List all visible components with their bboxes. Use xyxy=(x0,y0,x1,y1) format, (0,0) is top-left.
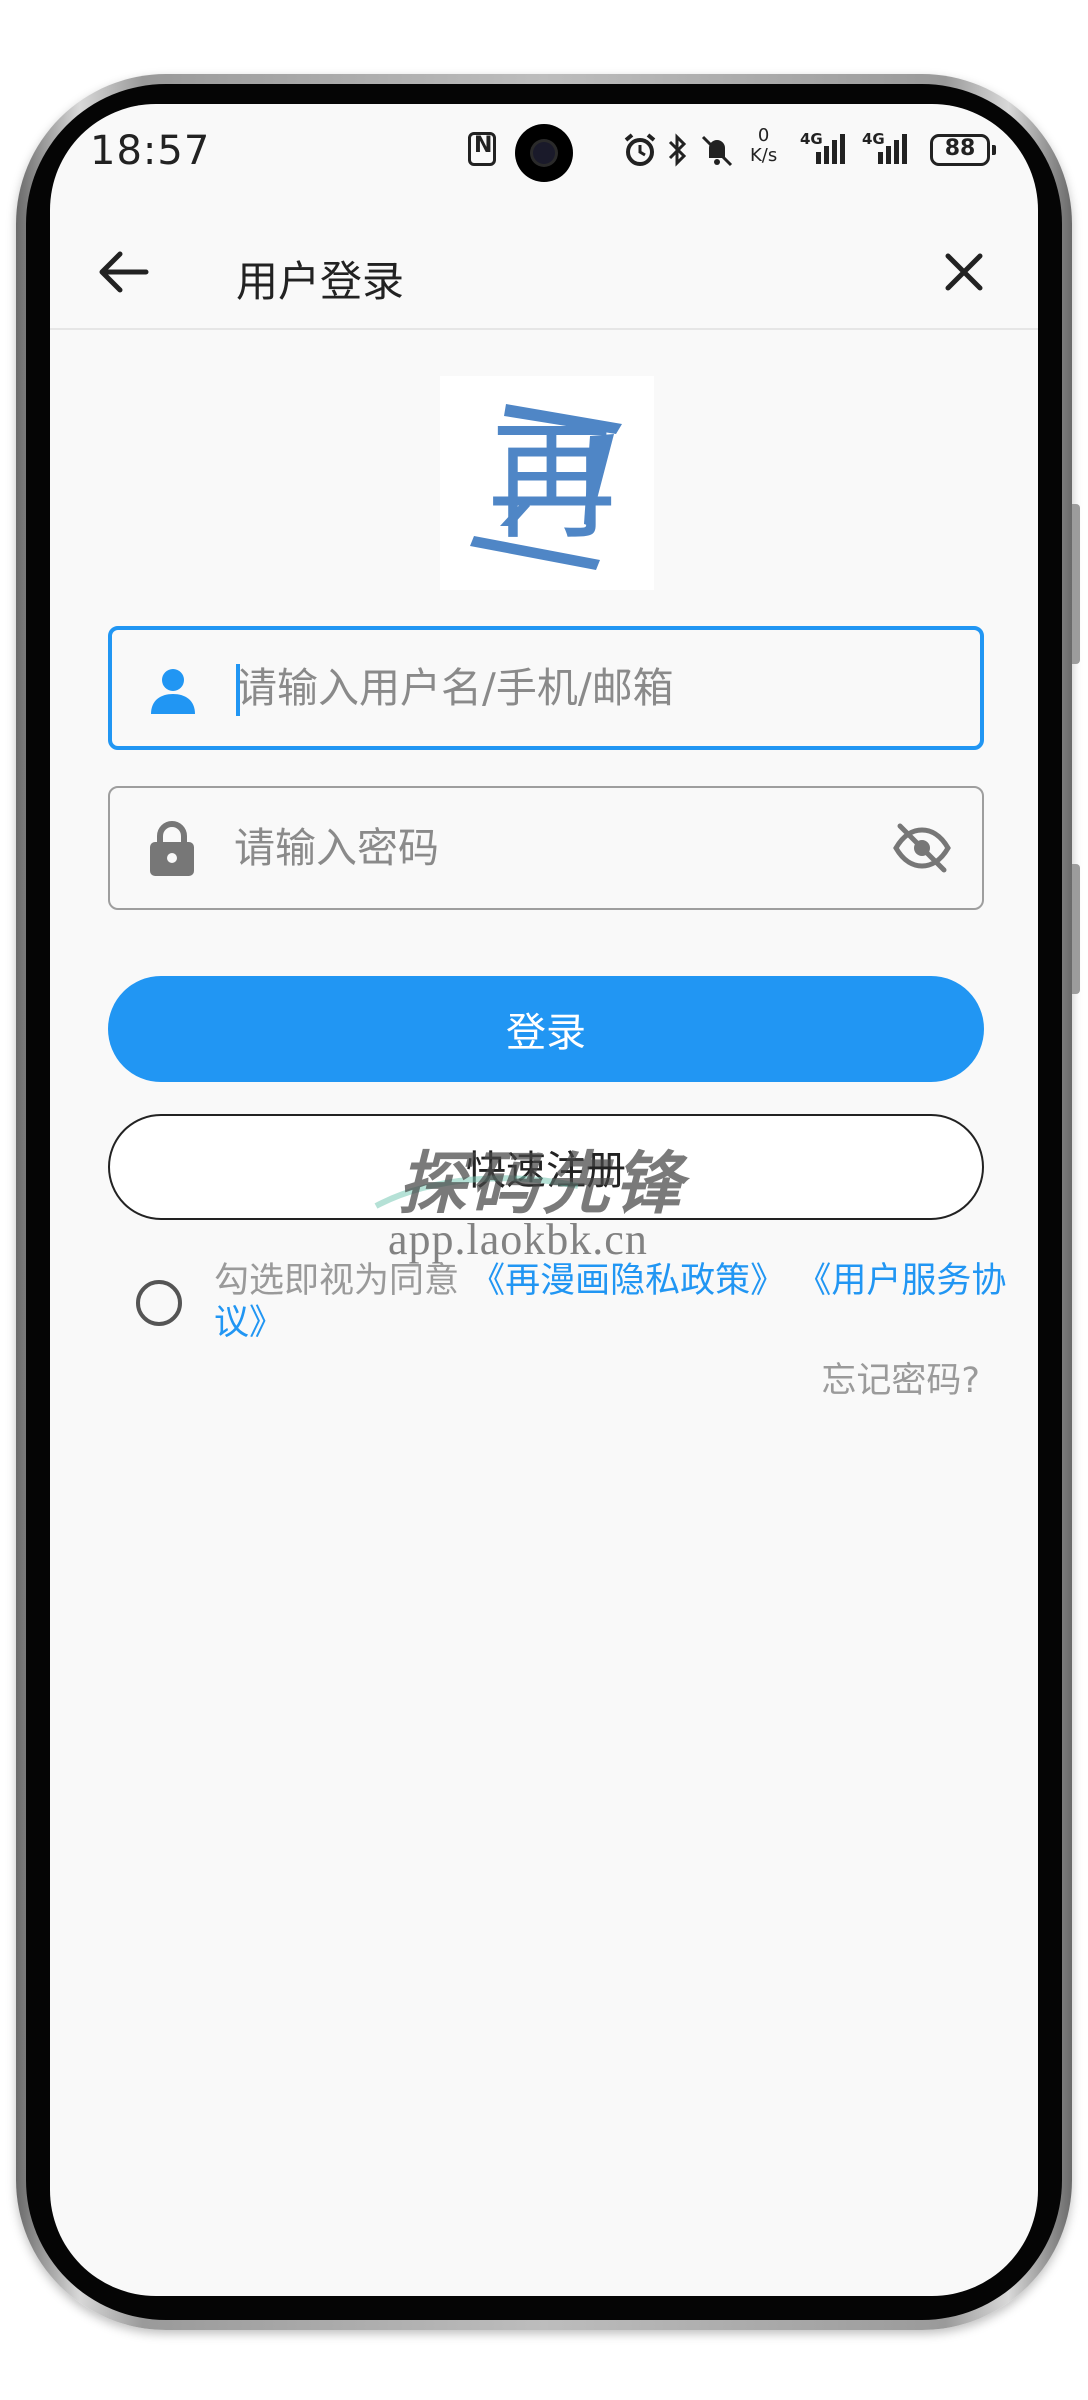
nfc-icon xyxy=(468,132,496,166)
bluetooth-icon xyxy=(668,133,687,167)
logo-mark: 再 xyxy=(470,404,622,570)
forgot-password-link[interactable]: 忘记密码? xyxy=(821,1352,980,1403)
phone-screen: 18:57 0 K/s 4G 4G xyxy=(50,104,1038,2296)
person-icon xyxy=(151,669,195,714)
battery-icon: 88 xyxy=(930,134,996,166)
login-button[interactable]: 登录 xyxy=(108,976,984,1082)
network-speed-value: 0 xyxy=(757,125,770,146)
signal-label: 4G xyxy=(862,130,885,148)
watermark-title: 探码先锋 xyxy=(398,1145,687,1224)
signal-strength-icon: 4G xyxy=(862,130,916,166)
close-icon[interactable] xyxy=(940,248,988,296)
status-bar: 18:57 0 K/s 4G 4G xyxy=(50,104,1038,204)
page-title: 用户登录 xyxy=(236,257,405,306)
agreement-prefix: 勾选即视为同意 xyxy=(214,1261,460,1301)
app-logo: 再 xyxy=(440,376,654,590)
status-time: 18:57 xyxy=(90,128,211,174)
watermark-url: app.laokbk.cn xyxy=(388,1215,648,1264)
eye-off-icon[interactable] xyxy=(892,820,952,876)
battery-level: 88 xyxy=(944,136,976,161)
volume-button xyxy=(1072,504,1080,664)
front-camera xyxy=(515,124,573,182)
power-button xyxy=(1072,864,1080,994)
signal-label: 4G xyxy=(800,130,823,148)
password-field[interactable] xyxy=(108,786,984,910)
mute-bell-icon xyxy=(701,135,733,167)
app-header: 用户登录 xyxy=(50,214,1038,330)
password-input[interactable] xyxy=(234,788,854,908)
back-arrow-icon[interactable] xyxy=(94,244,154,300)
privacy-policy-link[interactable]: 《再漫画隐私政策》 xyxy=(470,1261,785,1301)
username-field[interactable] xyxy=(108,626,984,750)
text-cursor xyxy=(236,664,240,716)
alarm-icon xyxy=(624,133,656,166)
signal-strength-icon: 4G xyxy=(800,130,854,166)
agreement-checkbox[interactable] xyxy=(136,1280,182,1326)
network-speed: 0 K/s xyxy=(750,126,777,166)
username-input[interactable] xyxy=(236,630,856,746)
network-speed-unit: K/s xyxy=(750,145,778,166)
lock-icon xyxy=(150,821,194,876)
agreement-text: 勾选即视为同意 《再漫画隐私政策》 《用户服务协议》 xyxy=(214,1260,1014,1344)
